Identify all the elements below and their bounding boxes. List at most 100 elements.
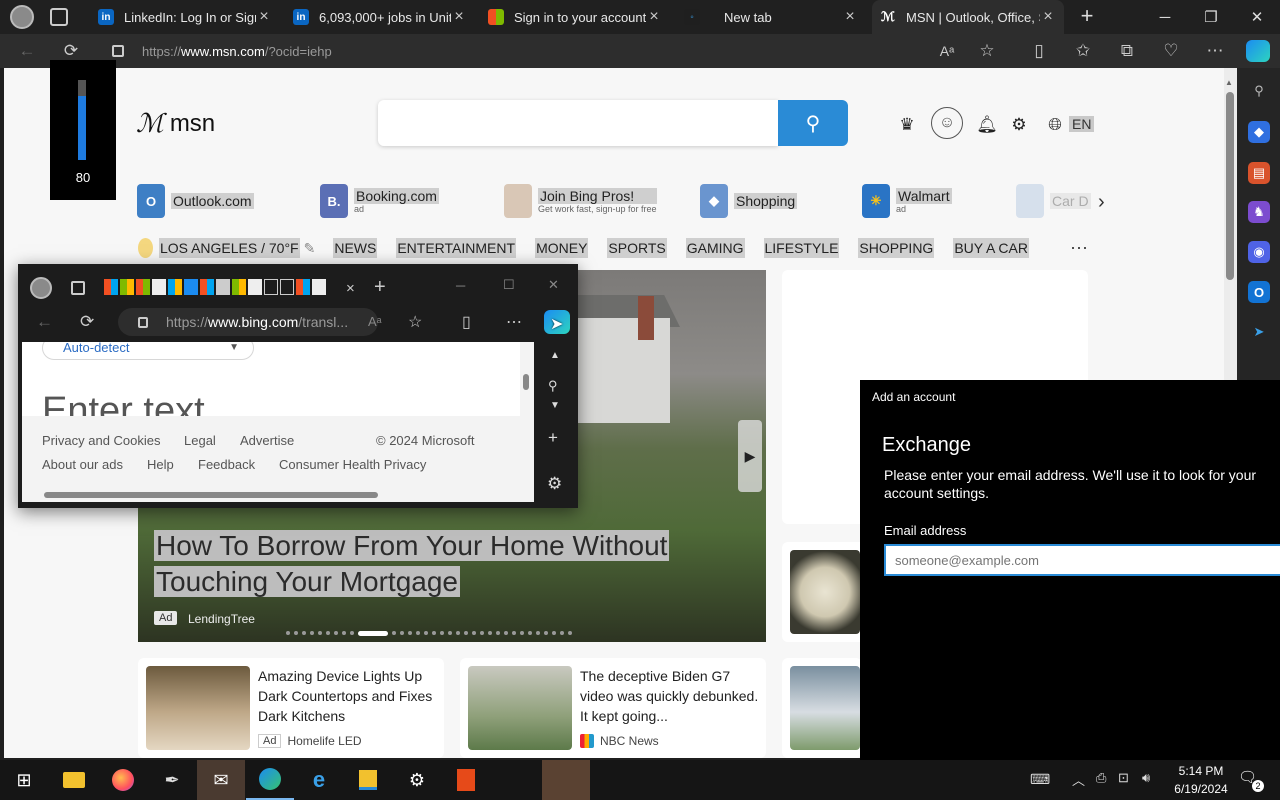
sidebar-search-icon[interactable]: ⚲ xyxy=(1248,80,1270,102)
tab-actions-icon[interactable] xyxy=(50,8,68,26)
profile-avatar[interactable] xyxy=(10,5,34,29)
quicklink-outlook[interactable]: O Outlook.com xyxy=(137,180,254,222)
internet-explorer-icon[interactable]: e xyxy=(295,760,343,800)
nav-buy-a-car[interactable]: BUY A CAR xyxy=(953,238,1029,258)
nav-shopping[interactable]: SHOPPING xyxy=(858,238,935,258)
msn-logo[interactable]: ℳ msn xyxy=(136,108,215,139)
popup-tab-actions-icon[interactable] xyxy=(71,281,85,295)
language-label[interactable]: EN xyxy=(1069,116,1095,132)
tab-linkedin-login[interactable]: in LinkedIn: Log In or Sign Up × xyxy=(90,0,280,34)
quicklink-bing-pros[interactable]: Join Bing Pros! Get work fast, sign-up fo… xyxy=(504,180,657,222)
popup-favorite-icon[interactable]: ☆ xyxy=(408,312,422,332)
close-tab-icon[interactable]: × xyxy=(646,8,662,26)
start-button[interactable]: ⊞ xyxy=(0,760,48,800)
news-card-device-lights[interactable]: Amazing Device Lights Up Dark Countertop… xyxy=(138,658,444,758)
settings-taskbar-icon[interactable]: ⚙ xyxy=(393,760,441,800)
settings-menu-icon[interactable]: ⋯ xyxy=(1198,34,1232,68)
footer-feedback-link[interactable]: Feedback xyxy=(198,457,255,472)
mail-app-icon[interactable]: ✉ xyxy=(197,760,245,800)
popup-new-tab-button[interactable]: + xyxy=(374,276,386,299)
popup-read-aloud-icon[interactable]: Aᵃ xyxy=(368,314,382,329)
edit-pencil-icon[interactable]: ✎ xyxy=(304,240,316,257)
browser-essentials-icon[interactable]: ♡ xyxy=(1154,34,1188,68)
collections-icon[interactable]: ⧉ xyxy=(1110,34,1144,68)
edge-taskbar-icon[interactable] xyxy=(246,760,294,800)
sidebar-outlook-icon[interactable]: O xyxy=(1248,281,1270,303)
footer-about-ads-link[interactable]: About our ads xyxy=(42,457,123,472)
minimize-button[interactable]: ─ xyxy=(1142,0,1188,34)
search-input[interactable] xyxy=(378,100,778,146)
clock-time[interactable]: 5:14 PM xyxy=(1166,764,1236,778)
firefox-icon[interactable] xyxy=(99,760,147,800)
network-icon[interactable]: ⊡ xyxy=(1118,770,1129,786)
copilot-icon[interactable] xyxy=(1246,40,1270,62)
quicklink-walmart[interactable]: ✳ Walmart ad xyxy=(862,180,952,222)
notifications-bell-icon[interactable]: 🔔︎ xyxy=(975,114,999,136)
close-tab-icon[interactable]: × xyxy=(842,8,858,26)
file-explorer-icon[interactable] xyxy=(50,760,98,800)
popup-settings-icon[interactable]: ⚙ xyxy=(547,474,562,494)
close-tab-icon[interactable]: × xyxy=(451,8,467,26)
read-aloud-icon[interactable]: Aᵃ xyxy=(930,34,964,68)
popup-add-icon[interactable]: + xyxy=(548,428,558,448)
search-button[interactable]: ⚲ xyxy=(778,100,848,146)
popup-close-tab-icon[interactable]: × xyxy=(346,280,355,297)
popup-split-screen-icon[interactable]: ▯ xyxy=(462,312,471,332)
language-dropdown[interactable]: Auto-detect ▼ xyxy=(42,342,254,360)
nav-sports[interactable]: SPORTS xyxy=(607,238,667,258)
tab-new-tab[interactable]: ◦ New tab × xyxy=(676,0,866,34)
popup-back-button[interactable]: ← xyxy=(36,312,53,332)
account-avatar-icon[interactable]: ☺ xyxy=(931,107,963,139)
url-field[interactable]: https://www.msn.com/?ocid=iehp xyxy=(112,38,1012,64)
nav-money[interactable]: MONEY xyxy=(535,238,589,258)
favorites-icon[interactable]: ✩ xyxy=(1066,34,1100,68)
favorite-star-icon[interactable]: ☆ xyxy=(970,34,1004,68)
page-scroll-thumb[interactable] xyxy=(1226,92,1234,280)
popup-inner-scrollbar[interactable] xyxy=(520,342,534,488)
hero-source[interactable]: LendingTree xyxy=(188,612,255,626)
popup-horizontal-scrollbar[interactable] xyxy=(22,488,534,502)
footer-advertise-link[interactable]: Advertise xyxy=(240,433,294,448)
quicklink-booking[interactable]: B. Booking.com ad xyxy=(320,180,439,222)
sidebar-games-icon[interactable]: ♞ xyxy=(1248,201,1270,223)
pen-app-icon[interactable]: ✒ xyxy=(148,760,196,800)
maximize-button[interactable]: ❐ xyxy=(1188,0,1234,34)
popup-url-field[interactable]: https://www.bing.com/transl... xyxy=(118,308,378,336)
popup-side-search-icon[interactable]: ⚲ xyxy=(548,378,558,394)
popup-scroll-thumb[interactable] xyxy=(523,374,529,390)
documents-icon[interactable] xyxy=(344,760,392,800)
nav-news[interactable]: NEWS xyxy=(333,238,378,258)
hero-next-arrow-icon[interactable]: ▶ xyxy=(738,420,762,492)
split-screen-icon[interactable]: ▯ xyxy=(1022,34,1056,68)
news-card-biden-g7[interactable]: The deceptive Biden G7 video was quickly… xyxy=(460,658,766,758)
tray-overflow-icon[interactable]: ︿ xyxy=(1072,770,1085,789)
sidebar-telegram-icon[interactable]: ➤ xyxy=(1248,321,1270,343)
footer-health-privacy-link[interactable]: Consumer Health Privacy xyxy=(279,457,426,472)
close-tab-icon[interactable]: × xyxy=(256,8,272,26)
hero-headline[interactable]: How To Borrow From Your Home Without Tou… xyxy=(154,528,694,600)
footer-privacy-link[interactable]: Privacy and Cookies xyxy=(42,433,161,448)
nav-lifestyle[interactable]: LIFESTYLE xyxy=(763,238,840,258)
popup-scroll-down-icon[interactable]: ▼ xyxy=(550,400,560,411)
scroll-up-icon[interactable]: ▲ xyxy=(1225,78,1233,87)
close-tab-icon[interactable]: × xyxy=(1040,8,1056,26)
volume-icon[interactable]: 🔊︎ xyxy=(1142,770,1150,786)
tab-linkedin-jobs[interactable]: in 6,093,000+ jobs in United States × xyxy=(285,0,475,34)
popup-profile-avatar[interactable] xyxy=(30,277,52,299)
footer-help-link[interactable]: Help xyxy=(147,457,174,472)
quicklinks-next-icon[interactable]: › xyxy=(1098,191,1105,214)
quicklink-shopping[interactable]: ◆ Shopping xyxy=(700,180,798,222)
settings-gear-icon[interactable]: ⚙ xyxy=(1007,114,1031,136)
tab-msn[interactable]: ℳ MSN | Outlook, Office, Skype × xyxy=(872,0,1064,34)
tab-sign-in[interactable]: Sign in to your account × xyxy=(480,0,670,34)
popup-maximize-button[interactable]: ☐ xyxy=(503,277,515,293)
close-window-button[interactable]: ✕ xyxy=(1234,0,1280,34)
popup-minimize-button[interactable]: ─ xyxy=(456,278,465,293)
sidebar-tools-icon[interactable]: ▤ xyxy=(1248,162,1270,184)
popup-close-window-button[interactable]: ✕ xyxy=(548,277,559,293)
back-button[interactable]: ← xyxy=(10,34,44,68)
email-field[interactable] xyxy=(884,544,1280,576)
sidebar-copilot-icon[interactable]: ◉ xyxy=(1248,241,1270,263)
popup-tab-strip[interactable] xyxy=(104,279,344,297)
hero-carousel-dots[interactable] xyxy=(286,630,616,636)
